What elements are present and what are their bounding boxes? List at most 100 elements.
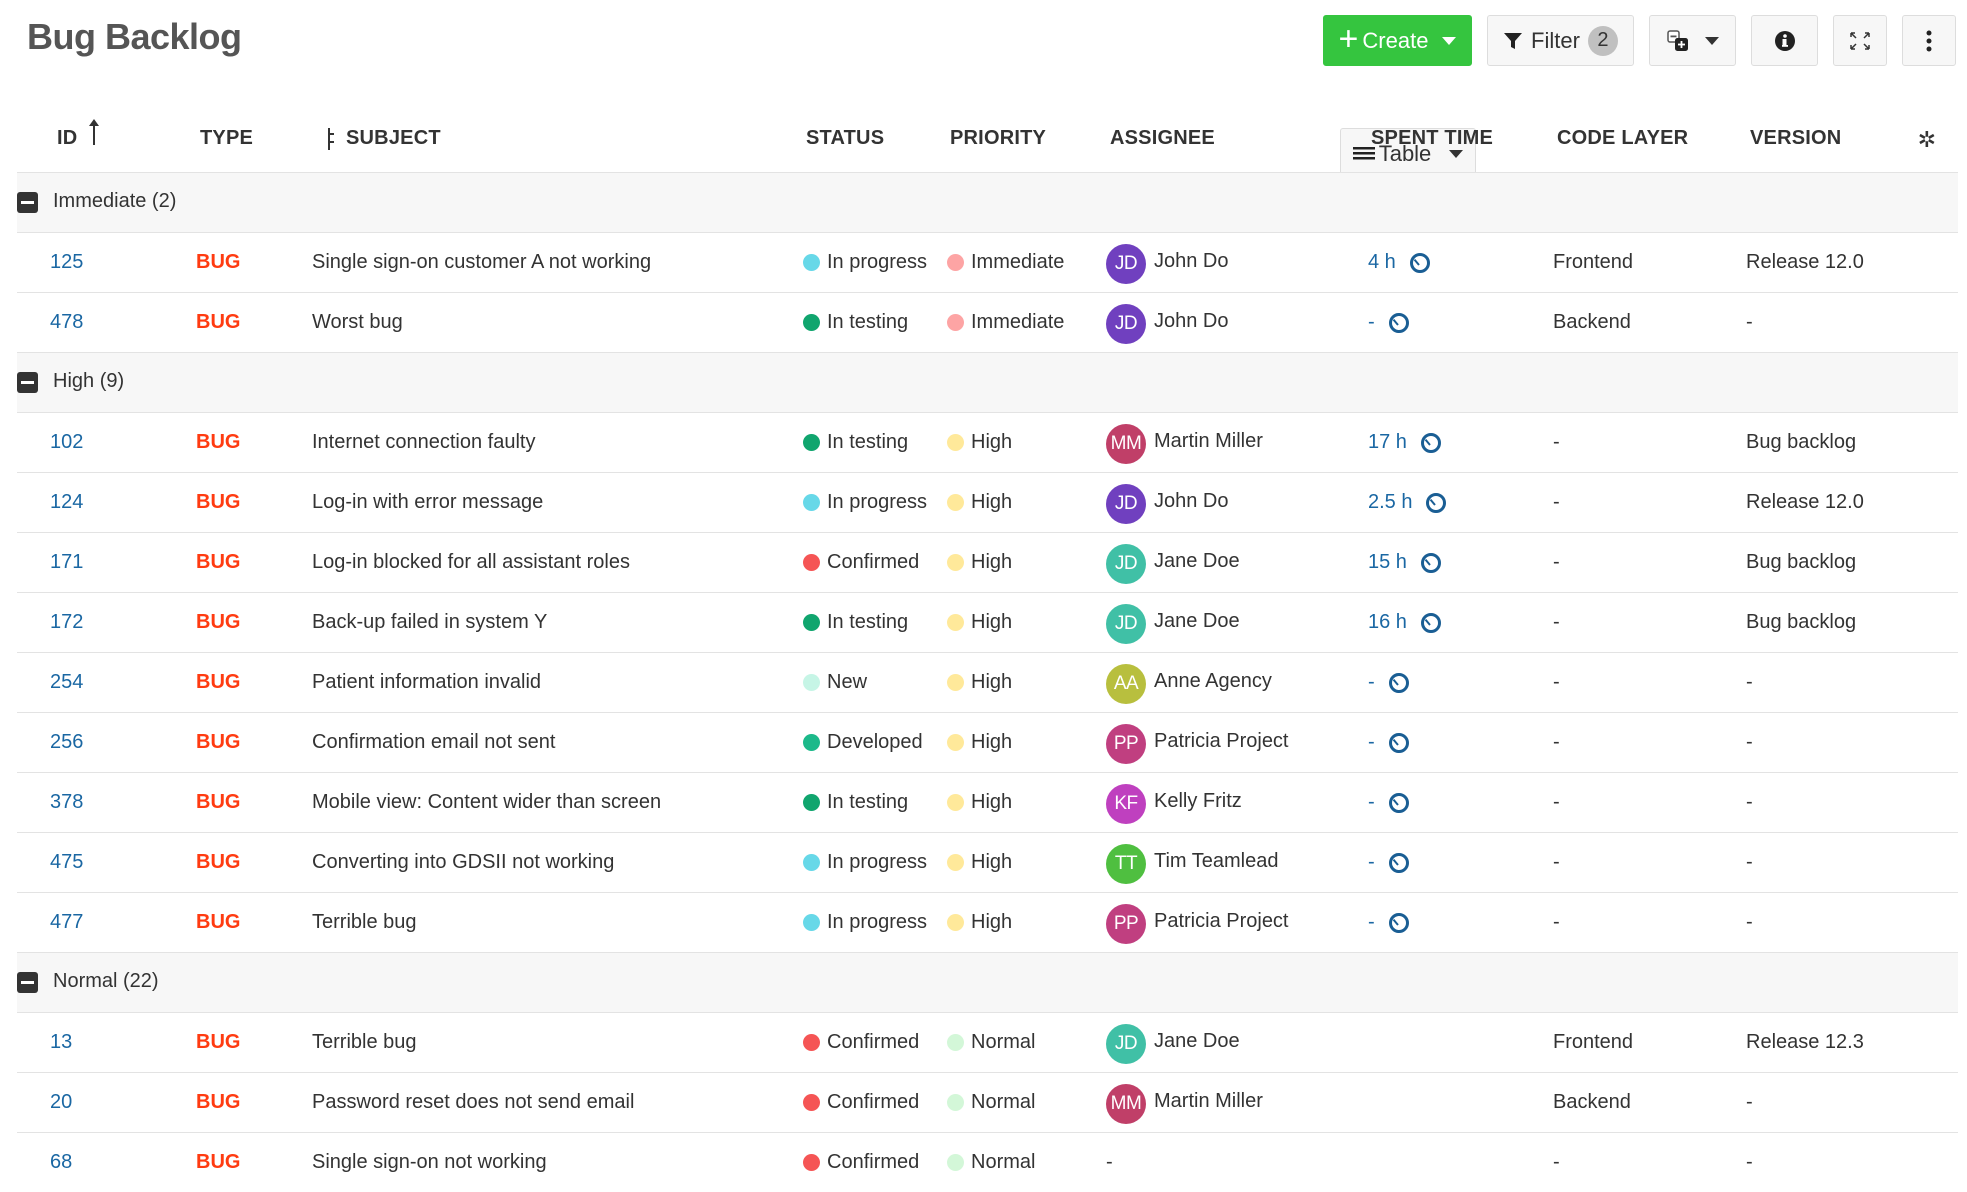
- subject-text[interactable]: Mobile view: Content wider than screen: [312, 791, 661, 814]
- spent-time-field[interactable]: 4 h: [1368, 251, 1430, 274]
- priority-field[interactable]: Immediate: [947, 311, 1064, 334]
- version-value[interactable]: Release 12.0: [1746, 251, 1864, 274]
- code-layer-value[interactable]: -: [1553, 731, 1560, 754]
- priority-field[interactable]: High: [947, 611, 1012, 634]
- priority-field[interactable]: Normal: [947, 1151, 1035, 1174]
- version-value[interactable]: Bug backlog: [1746, 551, 1856, 574]
- spent-time-field[interactable]: 17 h: [1368, 431, 1441, 454]
- subject-text[interactable]: Confirmation email not sent: [312, 731, 555, 754]
- collapse-icon[interactable]: [17, 372, 38, 393]
- code-layer-value[interactable]: Frontend: [1553, 251, 1633, 274]
- version-value[interactable]: Release 12.3: [1746, 1031, 1864, 1054]
- clock-icon[interactable]: [1420, 552, 1441, 573]
- code-layer-value[interactable]: -: [1553, 611, 1560, 634]
- table-row[interactable]: 172 BUG Back-up failed in system Y In te…: [17, 593, 1958, 653]
- assignee-field[interactable]: MM Martin Miller: [1106, 1084, 1263, 1124]
- subject-text[interactable]: Single sign-on customer A not working: [312, 251, 651, 274]
- spent-time-value[interactable]: 15 h: [1368, 551, 1407, 574]
- assignee-field[interactable]: JD Jane Doe: [1106, 604, 1240, 644]
- priority-field[interactable]: High: [947, 431, 1012, 454]
- table-row[interactable]: 102 BUG Internet connection faulty In te…: [17, 413, 1958, 473]
- column-header-version[interactable]: VERSION: [1750, 127, 1841, 150]
- gear-icon[interactable]: ✲: [1918, 127, 1936, 153]
- status-field[interactable]: Confirmed: [803, 1151, 919, 1174]
- filter-button[interactable]: Filter 2: [1487, 15, 1634, 66]
- clock-icon[interactable]: [1388, 852, 1409, 873]
- table-row[interactable]: 13 BUG Terrible bug Confirmed Normal JD J…: [17, 1013, 1958, 1073]
- clock-icon[interactable]: [1420, 432, 1441, 453]
- spent-time-field[interactable]: -: [1368, 311, 1409, 334]
- spent-time-field[interactable]: 15 h: [1368, 551, 1441, 574]
- column-header-assignee[interactable]: ASSIGNEE: [1110, 127, 1215, 150]
- clock-icon[interactable]: [1420, 612, 1441, 633]
- clock-icon[interactable]: [1388, 792, 1409, 813]
- spent-time-value[interactable]: -: [1368, 671, 1375, 694]
- clock-icon[interactable]: [1409, 252, 1430, 273]
- assignee-field[interactable]: JD John Do: [1106, 244, 1229, 284]
- code-layer-value[interactable]: -: [1553, 851, 1560, 874]
- subject-text[interactable]: Log-in blocked for all assistant roles: [312, 551, 630, 574]
- status-field[interactable]: In testing: [803, 431, 908, 454]
- subject-text[interactable]: Terrible bug: [312, 1031, 417, 1054]
- column-header-status[interactable]: STATUS: [806, 127, 884, 150]
- version-value[interactable]: -: [1746, 1091, 1753, 1114]
- collapse-icon[interactable]: [17, 972, 38, 993]
- status-field[interactable]: In testing: [803, 791, 908, 814]
- work-package-id-link[interactable]: 124: [50, 491, 83, 514]
- subject-text[interactable]: Patient information invalid: [312, 671, 541, 694]
- table-row[interactable]: 475 BUG Converting into GDSII not workin…: [17, 833, 1958, 893]
- spent-time-value[interactable]: 16 h: [1368, 611, 1407, 634]
- status-field[interactable]: Confirmed: [803, 1091, 919, 1114]
- version-value[interactable]: -: [1746, 851, 1753, 874]
- priority-field[interactable]: Normal: [947, 1031, 1035, 1054]
- table-row[interactable]: 20 BUG Password reset does not send emai…: [17, 1073, 1958, 1133]
- code-layer-value[interactable]: -: [1553, 911, 1560, 934]
- spent-time-value[interactable]: -: [1368, 731, 1375, 754]
- column-header-id[interactable]: ID: [57, 127, 77, 150]
- subject-text[interactable]: Log-in with error message: [312, 491, 543, 514]
- subject-text[interactable]: Single sign-on not working: [312, 1151, 547, 1174]
- priority-field[interactable]: High: [947, 791, 1012, 814]
- work-package-id-link[interactable]: 254: [50, 671, 83, 694]
- assignee-field[interactable]: -: [1106, 1151, 1113, 1174]
- clock-icon[interactable]: [1426, 492, 1447, 513]
- priority-field[interactable]: High: [947, 491, 1012, 514]
- work-package-id-link[interactable]: 125: [50, 251, 83, 274]
- priority-field[interactable]: Normal: [947, 1091, 1035, 1114]
- assignee-field[interactable]: JD Jane Doe: [1106, 544, 1240, 584]
- clock-icon[interactable]: [1388, 912, 1409, 933]
- collapse-icon[interactable]: [17, 192, 38, 213]
- column-header-spent-time[interactable]: SPENT TIME: [1371, 127, 1493, 150]
- code-layer-value[interactable]: -: [1553, 1151, 1560, 1174]
- code-layer-value[interactable]: -: [1553, 491, 1560, 514]
- version-value[interactable]: -: [1746, 791, 1753, 814]
- subject-text[interactable]: Worst bug: [312, 311, 403, 334]
- work-package-id-link[interactable]: 13: [50, 1031, 72, 1054]
- details-view-button[interactable]: [1751, 15, 1818, 66]
- table-row[interactable]: 256 BUG Confirmation email not sent Deve…: [17, 713, 1958, 773]
- zen-mode-button[interactable]: [1833, 15, 1887, 66]
- status-field[interactable]: Developed: [803, 731, 923, 754]
- priority-field[interactable]: High: [947, 911, 1012, 934]
- column-header-code-layer[interactable]: CODE LAYER: [1557, 127, 1688, 150]
- table-row[interactable]: 254 BUG Patient information invalid New …: [17, 653, 1958, 713]
- spent-time-field[interactable]: -: [1368, 851, 1409, 874]
- status-field[interactable]: In progress: [803, 911, 927, 934]
- code-layer-value[interactable]: -: [1553, 551, 1560, 574]
- assignee-field[interactable]: KF Kelly Fritz: [1106, 784, 1242, 824]
- table-row[interactable]: 125 BUG Single sign-on customer A not wo…: [17, 233, 1958, 293]
- version-value[interactable]: -: [1746, 911, 1753, 934]
- spent-time-value[interactable]: -: [1368, 791, 1375, 814]
- subject-text[interactable]: Internet connection faulty: [312, 431, 535, 454]
- spent-time-field[interactable]: -: [1368, 791, 1409, 814]
- code-layer-value[interactable]: Backend: [1553, 311, 1631, 334]
- status-field[interactable]: New: [803, 671, 867, 694]
- table-row[interactable]: 477 BUG Terrible bug In progress High PP…: [17, 893, 1958, 953]
- assignee-field[interactable]: PP Patricia Project: [1106, 904, 1289, 944]
- work-package-id-link[interactable]: 475: [50, 851, 83, 874]
- priority-field[interactable]: Immediate: [947, 251, 1064, 274]
- priority-field[interactable]: High: [947, 851, 1012, 874]
- clock-icon[interactable]: [1388, 672, 1409, 693]
- priority-field[interactable]: High: [947, 671, 1012, 694]
- status-field[interactable]: Confirmed: [803, 551, 919, 574]
